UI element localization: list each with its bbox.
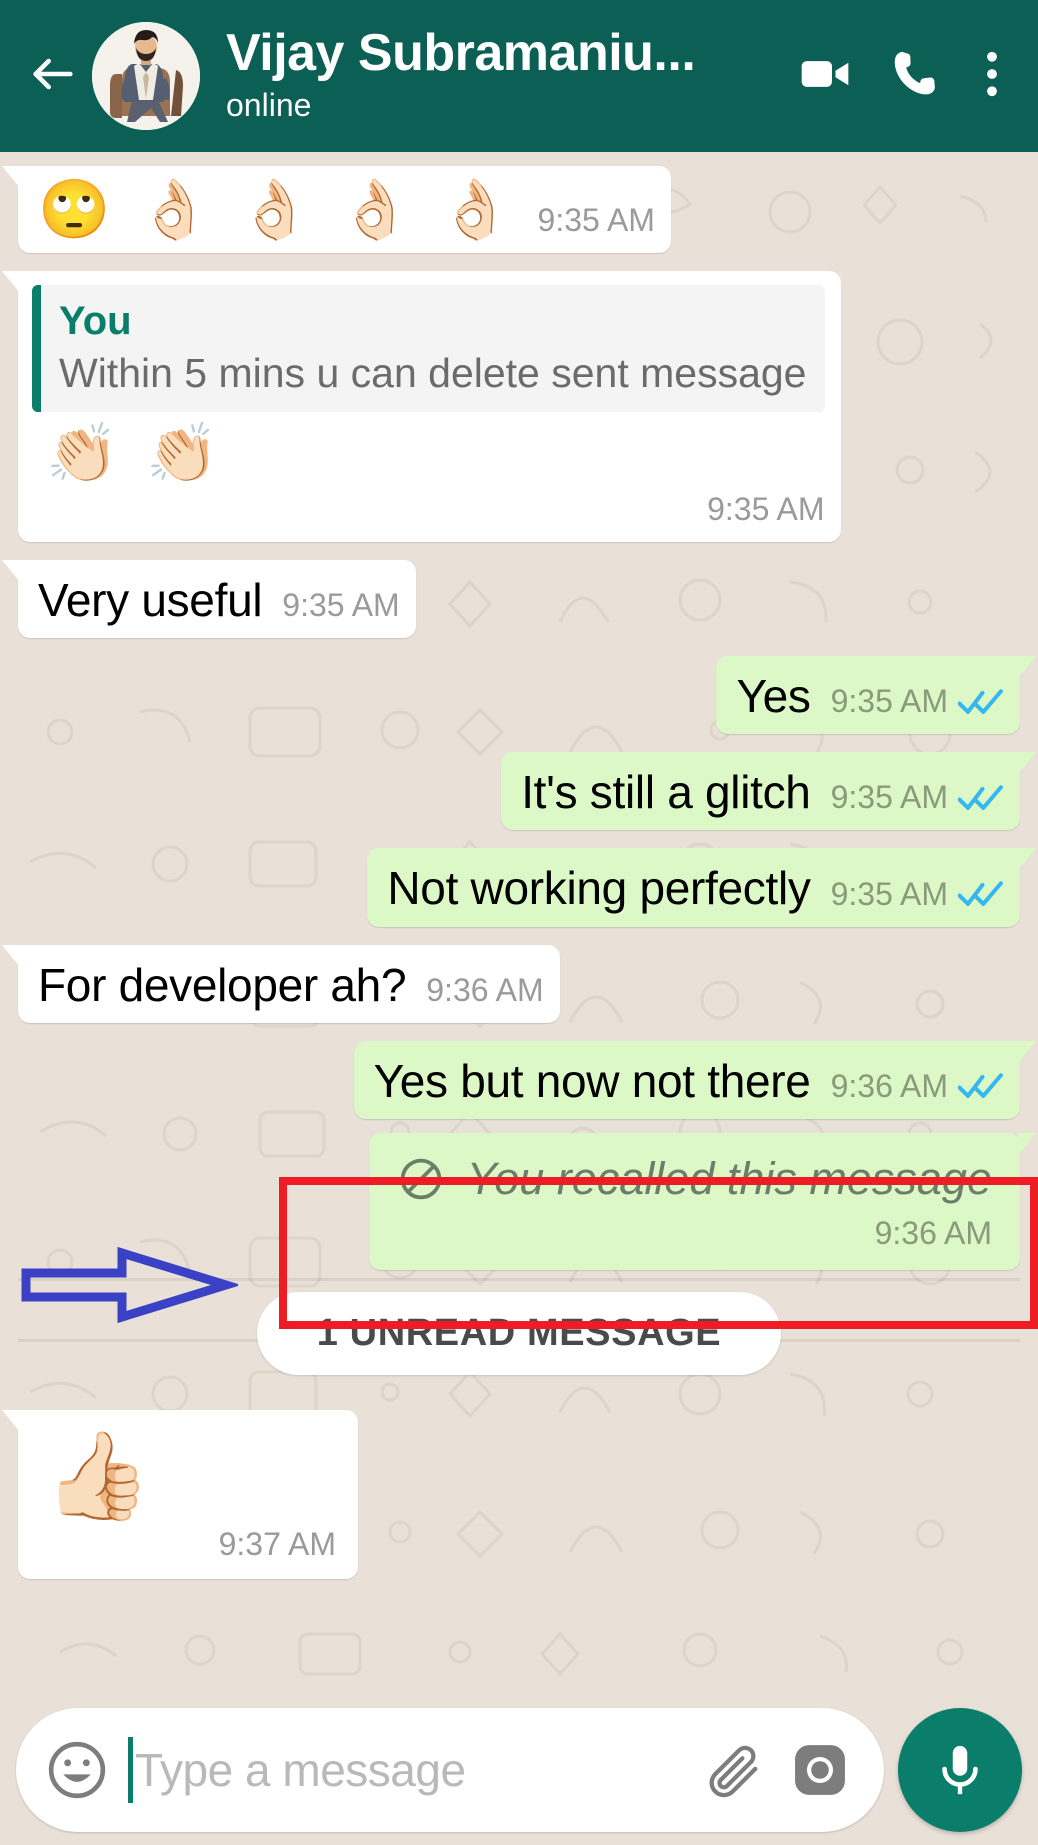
input-placeholder: Type a message <box>135 1744 466 1796</box>
message-meta: 9:35 AM <box>831 779 1004 820</box>
message-row[interactable]: 🙄 👌🏻 👌🏻 👌🏻 👌🏻 9:35 AM <box>2 166 1020 253</box>
message-meta: 9:36 AM <box>831 1068 1004 1109</box>
message-bubble-outgoing[interactable]: Not working perfectly 9:35 AM <box>367 848 1036 927</box>
message-row[interactable]: You recalled this message 9:36 AM <box>18 1132 1037 1270</box>
phone-icon <box>887 46 943 107</box>
whatsapp-chat-screen: Vijay Subramaniu... online 🙄 👌🏻 👌🏻 👌🏻 👌🏻… <box>0 0 1038 1845</box>
emoji-content: 🙄 👌🏻 👌🏻 👌🏻 👌🏻 <box>38 177 518 242</box>
chat-header: Vijay Subramaniu... online <box>0 0 1038 152</box>
message-row[interactable]: It's still a glitch 9:35 AM <box>18 752 1036 831</box>
message-bubble-outgoing[interactable]: Yes 9:35 AM <box>716 656 1036 735</box>
message-meta: 9:35 AM <box>538 202 655 243</box>
voice-record-button[interactable] <box>898 1708 1022 1832</box>
chat-title-block[interactable]: Vijay Subramaniu... online <box>200 25 784 127</box>
message-input-container[interactable]: Type a message <box>16 1708 884 1832</box>
message-time: 9:35 AM <box>537 201 655 238</box>
message-input[interactable]: Type a message <box>128 1708 686 1832</box>
message-text: Very useful <box>38 574 263 627</box>
message-time: 9:36 AM <box>426 971 544 1008</box>
message-bubble-incoming[interactable]: 👍🏻 9:37 AM <box>2 1409 358 1580</box>
video-call-button[interactable] <box>784 35 866 117</box>
emoji-content: 👍🏻 <box>44 1427 158 1524</box>
message-row[interactable]: Yes 9:35 AM <box>18 656 1036 735</box>
message-text: Yes but now not there <box>373 1054 811 1107</box>
back-button[interactable] <box>18 41 88 111</box>
paperclip-icon[interactable] <box>704 1738 768 1802</box>
message-bubble-outgoing[interactable]: It's still a glitch 9:35 AM <box>501 752 1036 831</box>
message-text: Yes <box>736 670 811 723</box>
avatar-photo <box>92 22 200 130</box>
quoted-message[interactable]: You Within 5 mins u can delete sent mess… <box>32 284 825 413</box>
read-receipt-double-check-icon <box>958 1071 1004 1101</box>
message-time: 9:35 AM <box>830 683 948 720</box>
message-time: 9:35 AM <box>282 587 400 624</box>
message-time: 9:35 AM <box>707 491 825 528</box>
message-row[interactable]: You Within 5 mins u can delete sent mess… <box>2 270 1020 543</box>
camera-icon[interactable] <box>786 1736 854 1804</box>
message-meta: 9:37 AM <box>44 1526 336 1567</box>
contact-status: online <box>226 87 312 124</box>
unread-count-label: 1 UNREAD MESSAGE <box>256 1291 782 1375</box>
overflow-menu-button[interactable] <box>964 35 1020 117</box>
message-text: Not working perfectly <box>387 862 811 915</box>
message-time: 9:37 AM <box>218 1526 336 1563</box>
voice-call-button[interactable] <box>874 35 956 117</box>
message-bubble-incoming[interactable]: Very useful 9:35 AM <box>2 560 416 639</box>
message-list[interactable]: 🙄 👌🏻 👌🏻 👌🏻 👌🏻 9:35 AM You Within 5 mins … <box>0 152 1038 1695</box>
divider-line-top <box>18 1277 1020 1281</box>
recalled-message-text: You recalled this message <box>466 1152 992 1204</box>
prohibition-icon <box>397 1155 445 1203</box>
message-meta: 9:35 AM <box>831 876 1004 917</box>
microphone-icon <box>931 1741 989 1799</box>
video-camera-icon <box>797 46 853 107</box>
message-time: 9:36 AM <box>874 1214 992 1251</box>
message-row[interactable]: 👍🏻 9:37 AM <box>2 1409 1020 1580</box>
quoted-author: You <box>59 298 132 343</box>
quoted-text: Within 5 mins u can delete sent message <box>59 349 807 396</box>
message-time: 9:36 AM <box>830 1067 948 1104</box>
unread-divider: 1 UNREAD MESSAGE <box>18 1277 1020 1375</box>
message-bubble-incoming[interactable]: For developer ah? 9:36 AM <box>2 944 560 1023</box>
back-arrow-icon <box>27 48 79 105</box>
message-row[interactable]: Very useful 9:35 AM <box>2 560 1020 639</box>
smiley-face-icon[interactable] <box>44 1737 110 1803</box>
message-time: 9:35 AM <box>830 875 948 912</box>
emoji-content: 👏🏻 👏🏻 <box>46 421 225 487</box>
overflow-menu-icon <box>964 46 1020 107</box>
message-meta: 9:35 AM <box>282 587 399 628</box>
composer-bar: Type a message <box>0 1695 1038 1845</box>
message-row[interactable]: For developer ah? 9:36 AM <box>2 944 1020 1023</box>
message-meta: 9:36 AM <box>397 1215 992 1256</box>
read-receipt-double-check-icon <box>958 783 1004 813</box>
header-actions <box>784 35 1020 117</box>
messages-container: 🙄 👌🏻 👌🏻 👌🏻 👌🏻 9:35 AM You Within 5 mins … <box>0 152 1038 1580</box>
message-bubble-incoming-quoted[interactable]: You Within 5 mins u can delete sent mess… <box>2 270 841 543</box>
message-row[interactable]: Not working perfectly 9:35 AM <box>18 848 1036 927</box>
read-receipt-double-check-icon <box>958 879 1004 909</box>
message-text: It's still a glitch <box>521 766 811 819</box>
message-bubble-incoming[interactable]: 🙄 👌🏻 👌🏻 👌🏻 👌🏻 9:35 AM <box>2 166 671 253</box>
message-meta: 9:35 AM <box>831 683 1004 724</box>
message-time: 9:35 AM <box>830 779 948 816</box>
message-bubble-recalled[interactable]: You recalled this message 9:36 AM <box>368 1132 1037 1270</box>
message-meta: 9:36 AM <box>426 972 543 1013</box>
contact-name: Vijay Subramaniu... <box>226 25 696 82</box>
message-row[interactable]: Yes but now not there 9:36 AM <box>18 1040 1037 1119</box>
message-bubble-outgoing[interactable]: Yes but now not there 9:36 AM <box>353 1040 1037 1119</box>
contact-avatar[interactable] <box>92 22 200 130</box>
read-receipt-double-check-icon <box>958 687 1004 717</box>
message-text: For developer ah? <box>38 958 407 1011</box>
message-meta: 9:35 AM <box>32 491 825 532</box>
